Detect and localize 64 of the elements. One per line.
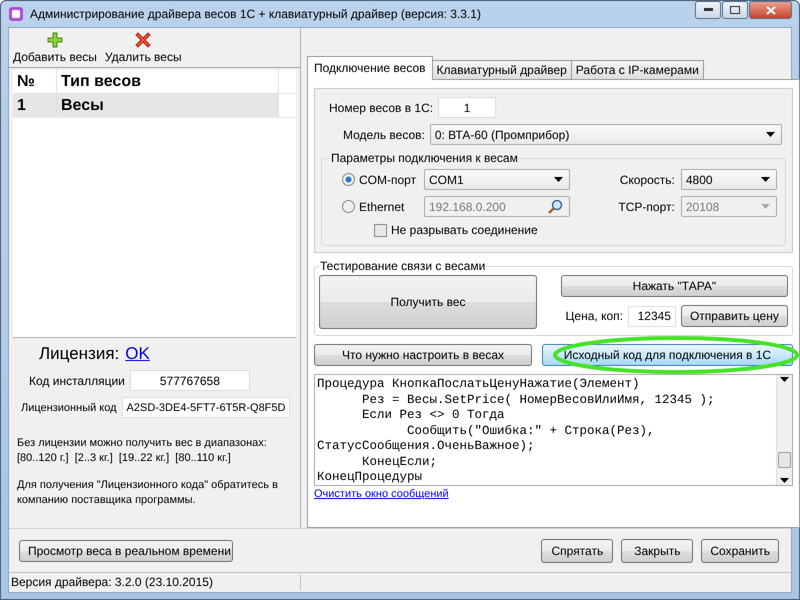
install-code-field[interactable]: 577767658 bbox=[130, 370, 250, 391]
license-status-link[interactable]: OK bbox=[125, 344, 150, 364]
field-label: Модель весов: bbox=[343, 128, 425, 142]
code-line: СтатусСообщения.ОченьВажное); bbox=[317, 439, 536, 454]
clear-messages-link[interactable]: Очистить окно сообщений bbox=[314, 488, 449, 500]
search-icon bbox=[547, 198, 563, 214]
price-field[interactable]: 12345 bbox=[628, 306, 676, 326]
toolbar-button[interactable]: Удалить весы bbox=[104, 32, 182, 65]
value-dropdown[interactable]: 20108 bbox=[680, 196, 777, 217]
cross-icon bbox=[135, 32, 152, 48]
license-label: Лицензия: bbox=[39, 344, 120, 364]
minimize-icon bbox=[704, 8, 712, 12]
field-label: TCP-порт: bbox=[617, 200, 675, 214]
value-dropdown[interactable]: 4800 bbox=[680, 169, 777, 190]
maximize-button[interactable] bbox=[722, 1, 748, 19]
field-label: Номер весов в 1С: bbox=[329, 100, 434, 114]
minimize-button[interactable] bbox=[695, 1, 721, 19]
code-line: КонецПроцедуры bbox=[317, 470, 424, 485]
ranges-note: Без лицензии можно получить вес в диапазонах: bbox=[17, 436, 268, 451]
keep-connection-checkbox[interactable]: Не разрывать соединение bbox=[330, 223, 777, 237]
tab[interactable]: Работа с IP-камерами bbox=[570, 60, 704, 80]
plus-icon bbox=[46, 32, 63, 48]
status-text: Версия драйвера: 3.2.0 (23.10.2015) bbox=[11, 575, 301, 590]
table-cell[interactable]: Весы bbox=[57, 94, 279, 118]
tare-button[interactable]: Нажать "ТАРА" bbox=[561, 275, 788, 297]
code-line: Сообщить("Ошибка:" + Строка(Рез), bbox=[406, 424, 656, 439]
get-weight-button[interactable]: Получить вес bbox=[319, 275, 537, 329]
field-label: Лицензионный код bbox=[21, 402, 117, 414]
radio-button[interactable]: Ethernet bbox=[330, 200, 418, 214]
address-field[interactable]: 192.168.0.200 bbox=[424, 196, 570, 217]
help-button[interactable]: Исходный код для подключения в 1С bbox=[542, 344, 793, 366]
scrollbar[interactable] bbox=[776, 375, 792, 485]
group-title: Параметры подключения к весам bbox=[330, 151, 519, 165]
license-code-field[interactable]: A2SD-3DE4-5FT7-6T5R-Q8F5D bbox=[122, 397, 290, 418]
toolbar-button[interactable]: Добавить весы bbox=[13, 32, 97, 65]
ranges-text: [80..120 г.] [2..3 кг.] [19..22 кг.] [80..110 кг.] bbox=[17, 451, 232, 466]
scale-number-field[interactable]: 1 bbox=[438, 97, 496, 118]
contact-note: Для получения "Лицензионного кода" обратитесь в компанию поставщика программы. bbox=[17, 478, 279, 508]
help-button[interactable]: Что нужно настроить в весах bbox=[314, 344, 532, 366]
code-line: Процедура КнопкаПослатьЦенуНажатие(Элемент) bbox=[317, 377, 641, 392]
tab[interactable]: Подключение весов bbox=[307, 56, 433, 80]
code-line: Если Рез <> 0 Тогда bbox=[361, 408, 506, 424]
close-icon bbox=[766, 6, 776, 14]
close-button[interactable] bbox=[749, 1, 792, 19]
code-line: Рез = Весы.SetPrice( НомерВесовИлиИмя, 12345 ); bbox=[361, 392, 716, 408]
field-label: Скорость: bbox=[618, 172, 675, 186]
footer-button[interactable]: Закрыть bbox=[621, 538, 694, 562]
footer-button[interactable]: Спрятать bbox=[541, 538, 614, 562]
scrollbar-thumb[interactable] bbox=[778, 452, 791, 468]
field-label: Цена, коп: bbox=[566, 309, 623, 323]
table-cell[interactable]: 1 bbox=[13, 94, 57, 118]
window-title: Администрирование драйвера весов 1С + клавиатурный драйвер (версия: 3.3.1) bbox=[30, 7, 482, 21]
model-dropdown[interactable]: 0: ВТА-60 (Промприбор) bbox=[430, 124, 782, 145]
maximize-icon bbox=[730, 6, 740, 14]
app-icon bbox=[8, 6, 24, 22]
tab[interactable]: Клавиатурный драйвер bbox=[432, 60, 572, 80]
code-line: КонецЕсли; bbox=[361, 454, 438, 470]
send-price-button[interactable]: Отправить цену bbox=[680, 305, 788, 327]
radio-button[interactable]: COM-порт bbox=[330, 172, 418, 186]
realtime-view-button[interactable]: Просмотр веса в реальном времени bbox=[19, 540, 233, 562]
port-dropdown[interactable]: COM1 bbox=[424, 169, 570, 190]
field-label: Код инсталляции bbox=[29, 374, 125, 388]
group-title: Тестирование связи с весами bbox=[319, 259, 486, 273]
footer-button[interactable]: Сохранить bbox=[701, 538, 779, 562]
